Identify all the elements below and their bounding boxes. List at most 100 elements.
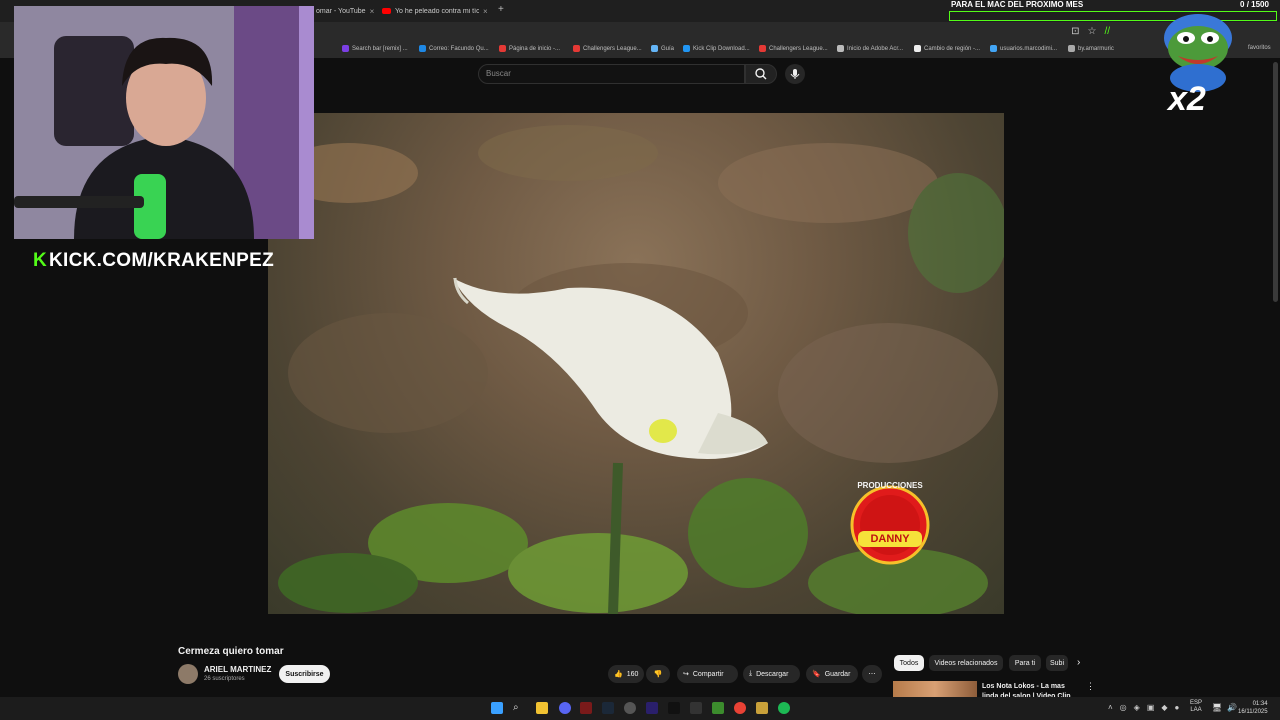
clock-date: 16/11/2025: [1238, 709, 1268, 715]
chip-todos[interactable]: Todos: [894, 655, 924, 671]
video-player[interactable]: PRODUCCIONES DANNY: [268, 113, 1004, 614]
voice-search-button[interactable]: [785, 64, 805, 84]
bookmark-label: Correo: Facundo Qu...: [429, 45, 489, 52]
spotify-icon[interactable]: [778, 702, 790, 714]
file-explorer-icon[interactable]: [536, 702, 548, 714]
search-button[interactable]: [745, 64, 777, 84]
share-button[interactable]: ↪ Compartir: [677, 665, 738, 683]
all-bookmarks[interactable]: favoritos: [1248, 45, 1271, 51]
tray-app-icon[interactable]: ◆: [1161, 703, 1167, 712]
bookmark-favicon-icon: [342, 45, 349, 52]
extension-icon[interactable]: //: [1104, 26, 1110, 37]
bookmark-item[interactable]: Página de inicio -...: [499, 45, 560, 52]
webcam-overlay: [14, 6, 314, 239]
like-button[interactable]: 👍 160: [608, 665, 644, 683]
bookmark-label: Kick Clip Download...: [693, 45, 750, 52]
browser-tab[interactable]: omar - YouTube ×: [316, 3, 374, 19]
browser-tab[interactable]: Yo he peleado contra mi tío - YouTube ×: [382, 3, 490, 19]
microphone-icon: [790, 69, 800, 79]
kick-logo-icon: K: [33, 250, 48, 271]
chip-subidos[interactable]: Subi: [1046, 655, 1068, 671]
volume-icon: 🔊: [1227, 703, 1238, 712]
clock[interactable]: 01:34 16/11/2025: [1238, 700, 1268, 716]
download-icon: ⤓: [749, 670, 753, 677]
bookmark-item[interactable]: Search bar [remix] ...: [342, 45, 408, 52]
bookmark-item[interactable]: Guía: [651, 45, 674, 52]
channel-avatar[interactable]: [178, 664, 198, 684]
bookmark-favicon-icon: [419, 45, 426, 52]
bookmark-label: Cambio de región -...: [924, 45, 981, 52]
search-icon: [755, 68, 767, 80]
bookmark-favicon-icon: [651, 45, 658, 52]
video-title: Cermeza quiero tomar: [178, 646, 284, 657]
bookmark-label: Guía: [661, 45, 675, 52]
chip-para-ti[interactable]: Para ti: [1009, 655, 1041, 671]
app-icon[interactable]: [756, 702, 768, 714]
related-menu-icon[interactable]: ⋮: [1086, 681, 1095, 692]
chrome-icon[interactable]: [734, 702, 746, 714]
bookmark-favicon-icon: [759, 45, 766, 52]
youtube-icon: [382, 8, 391, 14]
premiere-icon[interactable]: [646, 702, 658, 714]
bookmark-item[interactable]: by.amarmuric: [1068, 45, 1114, 52]
download-button[interactable]: ⤓ Descargar: [743, 665, 800, 683]
star-icon[interactable]: ☆: [1087, 26, 1096, 37]
tray-status[interactable]: 🖥 🔊: [1212, 703, 1237, 712]
tiktok-icon[interactable]: [668, 702, 680, 714]
windows-start-icon[interactable]: [491, 702, 503, 714]
like-count: 160: [626, 670, 639, 678]
bookmark-item[interactable]: Cambio de región -...: [914, 45, 980, 52]
goal-label: PARA EL MAC DEL PROXIMO MES: [951, 0, 1084, 9]
pepe-emote-overlay: x2: [1148, 8, 1248, 128]
bookmark-favicon-icon: [837, 45, 844, 52]
search-input[interactable]: [478, 64, 745, 84]
bookmark-item[interactable]: Kick Clip Download...: [683, 45, 750, 52]
emote-multiplier: x2: [1168, 80, 1206, 118]
discord-icon[interactable]: [559, 702, 571, 714]
tray-app-icon[interactable]: ●: [1175, 703, 1180, 712]
tray-app-icon[interactable]: ▣: [1147, 703, 1155, 712]
save-label: Guardar: [824, 670, 851, 678]
bookmark-item[interactable]: Correo: Facundo Qu...: [419, 45, 489, 52]
app-icon[interactable]: [580, 702, 592, 714]
bookmark-item[interactable]: Challengers League...: [573, 45, 642, 52]
chip-videos-relacionados[interactable]: Videos relacionados: [929, 655, 1003, 671]
minecraft-icon[interactable]: [712, 702, 724, 714]
lang-region: LAA: [1190, 707, 1202, 713]
more-actions-button[interactable]: ⋯: [862, 665, 882, 683]
bookmark-label: Challengers League...: [583, 45, 642, 52]
tray-app-icon[interactable]: ◈: [1134, 703, 1140, 712]
steam-icon[interactable]: [602, 702, 614, 714]
app-icon[interactable]: [690, 702, 702, 714]
webcam-scene: [14, 6, 314, 239]
new-tab-icon[interactable]: +: [498, 4, 504, 15]
kick-url: KICK.COM/KRAKENPEZ: [49, 250, 274, 271]
thumbs-up-icon: 👍: [614, 671, 623, 678]
address-bar-actions: ⊡ ☆ //: [1071, 26, 1110, 37]
obs-icon[interactable]: [624, 702, 636, 714]
tab-title: omar - YouTube: [316, 7, 366, 15]
close-icon[interactable]: ×: [370, 7, 374, 16]
bookmark-item[interactable]: Inicio de Adobe Acr...: [837, 45, 903, 52]
tray-app-icon[interactable]: ◎: [1120, 703, 1127, 712]
share-label: Compartir: [692, 670, 724, 678]
close-icon[interactable]: ×: [483, 7, 488, 16]
dislike-button[interactable]: 👎: [646, 665, 670, 683]
bookmark-item[interactable]: usuarios.marcodimi...: [990, 45, 1057, 52]
tab-title: Yo he peleado contra mi tío - YouTube: [395, 7, 479, 15]
channel-name[interactable]: ARIEL MARTINEZ: [204, 665, 271, 674]
bookmark-favicon-icon: [914, 45, 921, 52]
chevron-right-icon[interactable]: ›: [1077, 657, 1080, 668]
bookmark-label: Search bar [remix] ...: [352, 45, 408, 52]
bookmark-label: usuarios.marcodimi...: [1000, 45, 1058, 52]
page-scrollbar[interactable]: [1273, 62, 1278, 302]
bookmark-label: Página de inicio -...: [509, 45, 561, 52]
save-button[interactable]: 🔖 Guardar: [806, 665, 858, 683]
install-icon[interactable]: ⊡: [1071, 26, 1079, 37]
subscribe-button[interactable]: Suscribirse: [279, 665, 330, 683]
bookmark-item[interactable]: Challengers League...: [759, 45, 828, 52]
language-indicator[interactable]: ESP LAA: [1190, 700, 1202, 714]
search-icon[interactable]: ⌕: [513, 702, 525, 714]
more-icon: ⋯: [868, 671, 876, 678]
chevron-up-icon[interactable]: ˄: [1108, 703, 1113, 712]
